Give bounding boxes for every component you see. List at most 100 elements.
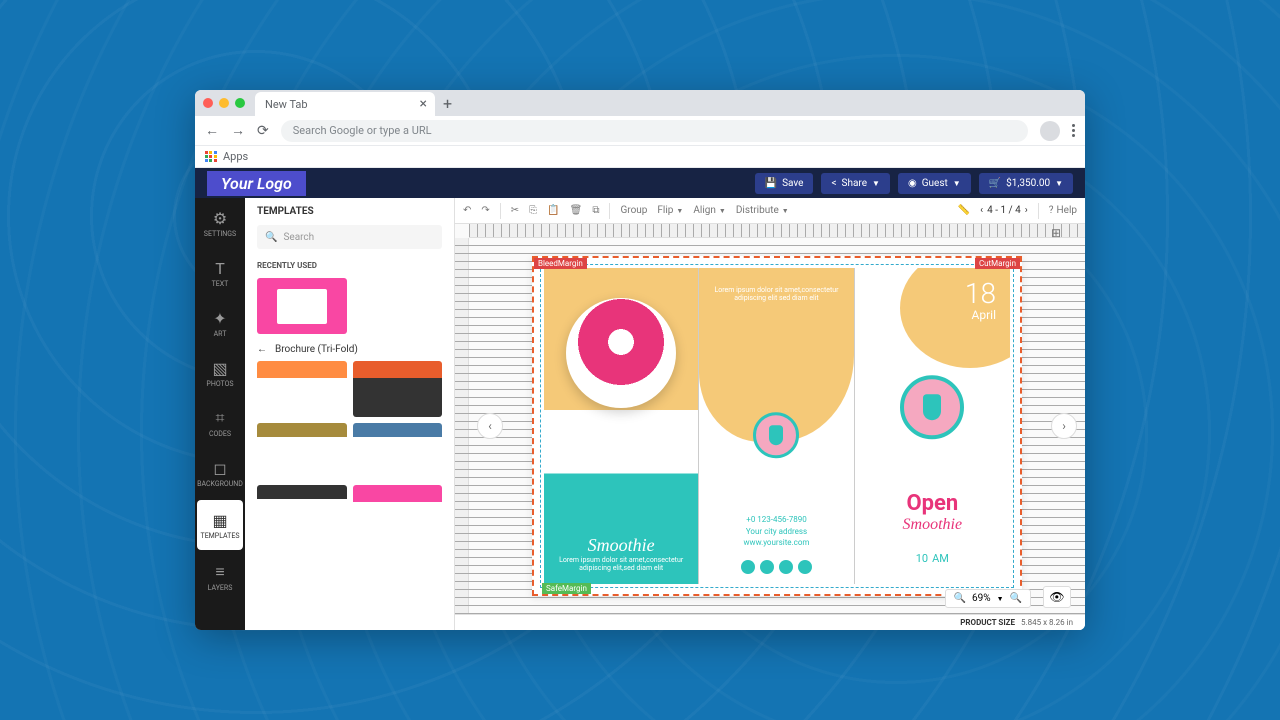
undo-button[interactable]: ↶ [463,205,471,216]
template-thumb[interactable] [257,485,347,541]
trifold-layout: Smoothie Lorem ipsum dolor sit amet,cons… [544,268,1010,584]
recent-template-thumb[interactable] [257,278,347,334]
guest-button[interactable]: ◉ Guest ▼ [898,173,971,194]
paste-button[interactable]: 📋 [547,205,559,216]
zoom-out-icon[interactable]: 🔍 [954,593,966,604]
close-tab-icon[interactable]: × [420,96,427,112]
chevron-down-icon: ▼ [953,179,961,188]
sidebar-item-codes[interactable]: ⌗CODES [195,398,245,448]
text-icon: T [215,259,225,278]
chevron-down-icon: ▼ [1055,179,1063,188]
browser-menu-button[interactable] [1072,124,1075,137]
reload-button[interactable]: ⟳ [257,123,269,139]
social-icon [741,560,755,574]
profile-avatar[interactable] [1040,121,1060,141]
distribute-button[interactable]: Distribute▼ [736,205,789,216]
breadcrumb-back-icon[interactable]: ← [257,344,267,355]
document-artboard[interactable]: BleedMargin CutMargin SafeMargin Smoothi… [532,256,1022,596]
chevron-down-icon[interactable]: ▼ [997,595,1004,603]
next-page-arrow[interactable]: › [1051,413,1077,439]
new-tab-button[interactable]: + [443,94,452,113]
cart-button[interactable]: 🛒 $1,350.00 ▼ [979,173,1073,194]
apps-icon[interactable] [205,151,217,163]
logo-badge [753,412,799,458]
product-size-label: PRODUCT SIZE [960,618,1015,627]
share-button[interactable]: < Share ▼ [821,173,890,194]
horizontal-ruler: ⊞ [469,224,1085,238]
sidebar-item-photos[interactable]: ▧PHOTOS [195,348,245,398]
panel1-text: Smoothie Lorem ipsum dolor sit amet,cons… [544,535,698,572]
canvas-viewport[interactable]: ‹ › BleedMargin CutMargin SafeMargin Smo… [469,238,1085,614]
apps-label[interactable]: Apps [223,150,248,163]
sidebar-item-background[interactable]: ◻BACKGROUND [195,448,245,498]
flip-button[interactable]: Flip▼ [657,205,683,216]
template-thumb[interactable] [257,423,347,479]
sidebar-item-settings[interactable]: ⚙SETTINGS [195,198,245,248]
prev-page-button[interactable]: ‹ [980,205,983,216]
help-icon: ? [1049,205,1054,216]
event-date: 18 April [965,280,996,322]
template-search-input[interactable]: 🔍 Search [257,225,442,249]
photos-icon: ▧ [212,359,227,378]
sidebar-item-text[interactable]: TTEXT [195,248,245,298]
breadcrumb: ← Brochure (Tri-Fold) [245,338,454,361]
ruler-toggle[interactable]: 📏 [958,205,970,216]
social-icons [699,560,853,574]
maximize-window-button[interactable] [235,98,245,108]
brochure-panel-3[interactable]: 18 April Open Smoothie 10 [855,268,1010,584]
brochure-panel-1[interactable]: Smoothie Lorem ipsum dolor sit amet,cons… [544,268,699,584]
duplicate-button[interactable]: ⧉ [592,205,599,216]
templates-icon: ▦ [212,511,227,530]
event-time: 10 AM [855,547,1010,566]
template-thumb[interactable] [257,361,347,417]
copy-button[interactable]: ⎘ [529,205,537,216]
brochure-panel-2[interactable]: Lorem ipsum dolor sit amet,consectetur a… [699,268,854,584]
search-icon: 🔍 [265,232,277,243]
address-bar[interactable]: Search Google or type a URL [281,120,1028,142]
delete-button[interactable]: 🗑 [570,205,583,216]
bleed-margin-label: BleedMargin [534,258,587,269]
template-thumb[interactable] [353,423,443,479]
app-header: Your Logo 💾 Save < Share ▼ ◉ Guest ▼ 🛒 $… [195,168,1085,198]
browser-tab[interactable]: New Tab × [255,92,435,116]
canvas-area: ↶ ↷ ✂ ⎘ 📋 🗑 ⧉ Group Flip▼ Align▼ Distrib… [455,198,1085,630]
cut-button[interactable]: ✂ [511,205,519,216]
open-title: Open Smoothie [855,491,1010,534]
prev-page-arrow[interactable]: ‹ [477,413,503,439]
back-button[interactable]: ← [205,122,219,139]
layers-icon: ≡ [215,562,224,582]
sidebar-item-layers[interactable]: ≡LAYERS [195,552,245,602]
forward-button[interactable]: → [231,122,245,139]
group-button[interactable]: Group [620,205,647,216]
sidebar-item-templates[interactable]: ▦TEMPLATES [197,500,243,550]
cart-icon: 🛒 [989,178,1001,189]
app-logo: Your Logo [207,171,306,196]
background-icon: ◻ [213,459,226,478]
browser-tab-strip: New Tab × + [195,90,1085,116]
align-button[interactable]: Align▼ [693,205,725,216]
url-placeholder: Search Google or type a URL [293,124,432,137]
bookmarks-bar: Apps [195,146,1085,168]
template-thumb[interactable] [353,361,443,417]
template-grid [245,361,454,541]
safe-margin-label: SafeMargin [542,583,591,594]
logo-badge-large [900,375,964,439]
share-icon: < [831,178,836,189]
save-button[interactable]: 💾 Save [755,173,814,194]
window-controls [203,98,245,108]
preview-button[interactable]: 👁 [1043,586,1071,608]
contact-info: +0 123-456-7890 Your city address www.yo… [699,514,853,548]
close-window-button[interactable] [203,98,213,108]
social-icon [798,560,812,574]
next-page-button[interactable]: › [1025,205,1028,216]
minimize-window-button[interactable] [219,98,229,108]
browser-nav-bar: ← → ⟳ Search Google or type a URL [195,116,1085,146]
app-body: ⚙SETTINGS TTEXT ✦ART ▧PHOTOS ⌗CODES ◻BAC… [195,198,1085,630]
sidebar-item-art[interactable]: ✦ART [195,298,245,348]
zoom-in-icon[interactable]: 🔍 [1010,593,1022,604]
template-thumb[interactable] [353,485,443,541]
left-toolbar: ⚙SETTINGS TTEXT ✦ART ▧PHOTOS ⌗CODES ◻BAC… [195,198,245,630]
redo-button[interactable]: ↷ [481,205,489,216]
zoom-control[interactable]: 🔍 69% ▼ 🔍 [945,589,1031,608]
help-button[interactable]: ? Help [1049,205,1077,216]
